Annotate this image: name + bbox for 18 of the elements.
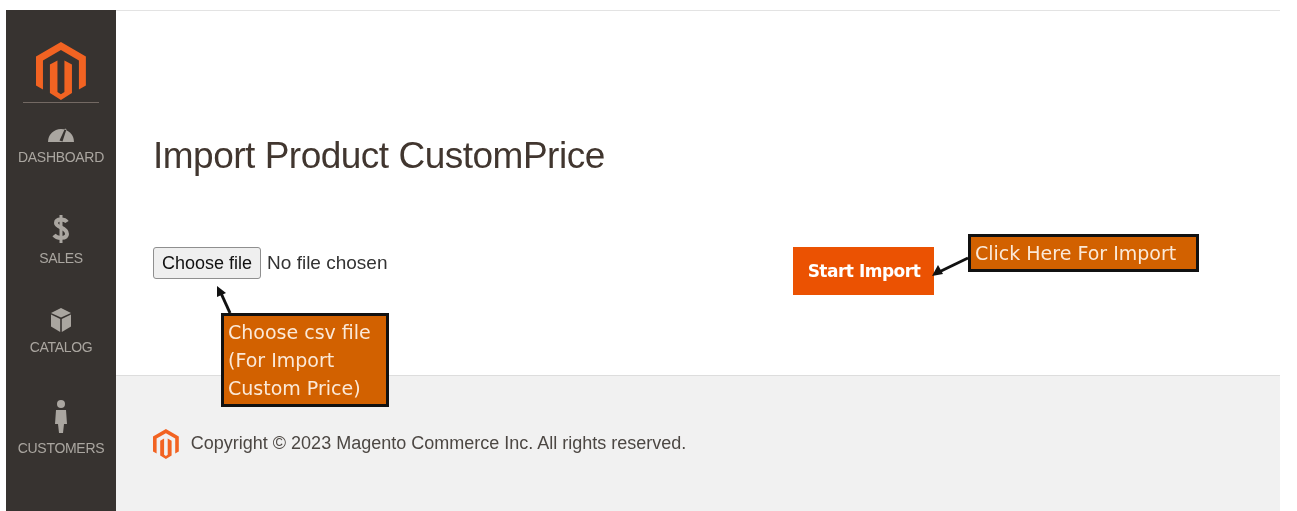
dollar-icon (52, 214, 70, 244)
callout-note: Click Here For Import (968, 234, 1199, 272)
logo-icon (36, 42, 86, 100)
choose-file-button[interactable]: Choose file (153, 247, 262, 279)
sidebar-item[interactable]: CATALOG (29, 307, 93, 400)
copyright-text: Copyright © 2023 Magento Commerce Inc. All rights reserved. (190, 433, 687, 454)
sidebar-item[interactable]: DASHBOARD (18, 121, 104, 214)
page-title: Import Product CustomPrice (153, 135, 606, 177)
file-status: No file chosen (267, 252, 388, 274)
start-import-button[interactable]: Start Import (793, 247, 935, 295)
logo-icon (153, 428, 179, 459)
sidebar-item[interactable]: CUSTOMERS (17, 400, 105, 493)
arrow (932, 256, 969, 276)
callout-note: Choose csv file (For Import Custom Price) (221, 313, 389, 407)
package-icon (50, 307, 72, 333)
arrow (217, 286, 232, 314)
person-icon (53, 400, 69, 434)
sidebar-item[interactable]: SALES (39, 214, 83, 307)
